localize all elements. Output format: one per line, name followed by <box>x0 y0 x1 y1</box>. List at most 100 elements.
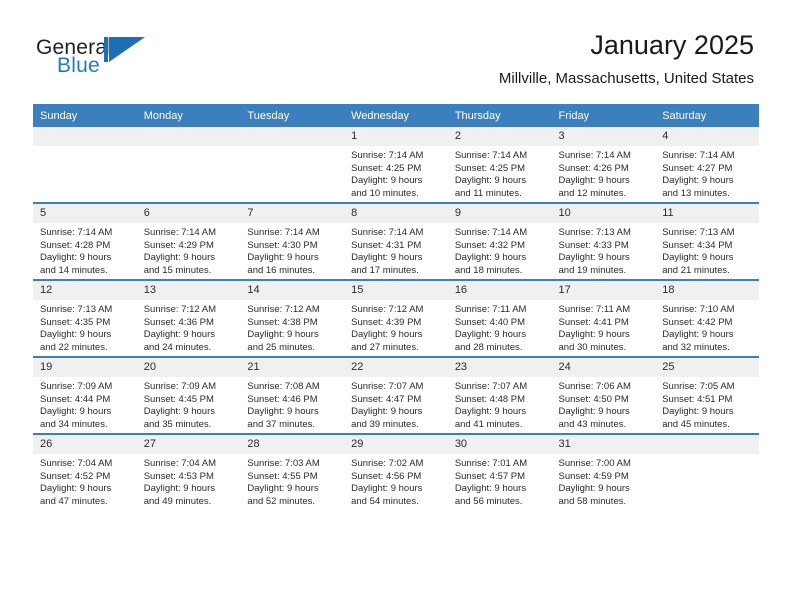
sunset-time: Sunset: 4:42 PM <box>662 316 733 328</box>
daylight-duration-line1: Daylight: 9 hours <box>143 406 215 418</box>
sunset-time: Sunset: 4:48 PM <box>454 393 526 405</box>
calendar-day-cell[interactable]: 2 Sunrise: 7:14 AM Sunset: 4:25 PM Daylight… <box>447 127 552 203</box>
day-sun-info: Sunrise: 7:12 AM Sunset: 4:36 PM Daylight:… <box>137 300 241 354</box>
calendar-day-cell[interactable]: 7 Sunrise: 7:14 AM Sunset: 4:30 PM Daylight… <box>240 202 345 280</box>
daylight-duration-line2: and 30 minutes. <box>558 341 627 353</box>
generalblue-logo[interactable]: General Blue <box>36 36 156 78</box>
calendar-day-cell[interactable]: 8 Sunrise: 7:14 AM Sunset: 4:31 PM Daylight… <box>344 202 448 280</box>
sunrise-time: Sunrise: 7:13 AM <box>558 227 631 238</box>
daylight-duration-line2: and 56 minutes. <box>454 495 523 507</box>
day-number: 10 <box>551 204 656 223</box>
sunset-time: Sunset: 4:50 PM <box>558 393 629 405</box>
sunrise-time: Sunrise: 7:04 AM <box>40 458 113 469</box>
calendar-day-cell[interactable]: 21 Sunrise: 7:08 AM Sunset: 4:46 PM Dayligh… <box>240 356 345 434</box>
sunrise-time: Sunrise: 7:12 AM <box>351 304 424 315</box>
calendar-day-cell[interactable]: 24 Sunrise: 7:06 AM Sunset: 4:50 PM Dayligh… <box>551 356 656 434</box>
calendar-day-cell[interactable]: 23 Sunrise: 7:07 AM Sunset: 4:48 PM Dayligh… <box>447 356 552 434</box>
daylight-duration-line1: Daylight: 9 hours <box>247 406 319 418</box>
day-sun-info: Sunrise: 7:03 AM Sunset: 4:55 PM Daylight:… <box>240 454 344 508</box>
sunrise-time: Sunrise: 7:11 AM <box>558 304 631 315</box>
sunrise-time: Sunrise: 7:10 AM <box>662 304 735 315</box>
daylight-duration-line2: and 16 minutes. <box>247 264 316 276</box>
calendar-day-cell[interactable]: 25 Sunrise: 7:05 AM Sunset: 4:51 PM Dayligh… <box>655 356 759 434</box>
day-sun-info: Sunrise: 7:10 AM Sunset: 4:42 PM Daylight:… <box>655 300 759 354</box>
sunset-time: Sunset: 4:47 PM <box>351 393 422 405</box>
sunrise-time: Sunrise: 7:13 AM <box>40 304 113 315</box>
calendar-day-cell[interactable]: 31 Sunrise: 7:00 AM Sunset: 4:59 PM Dayligh… <box>551 433 656 510</box>
sunrise-time: Sunrise: 7:08 AM <box>247 381 320 392</box>
calendar-day-cell[interactable]: 28 Sunrise: 7:03 AM Sunset: 4:55 PM Dayligh… <box>240 433 345 510</box>
weekday-header-saturday: Saturday <box>655 104 759 127</box>
sunset-time: Sunset: 4:36 PM <box>143 316 214 328</box>
calendar-day-cell[interactable]: 30 Sunrise: 7:01 AM Sunset: 4:57 PM Dayligh… <box>447 433 552 510</box>
sunset-time: Sunset: 4:39 PM <box>351 316 422 328</box>
weekday-header-tuesday: Tuesday <box>240 104 345 127</box>
calendar-day-cell[interactable]: 27 Sunrise: 7:04 AM Sunset: 4:53 PM Dayligh… <box>136 433 241 510</box>
daylight-duration-line2: and 54 minutes. <box>351 495 419 507</box>
day-sun-info: Sunrise: 7:09 AM Sunset: 4:45 PM Daylight:… <box>137 377 241 431</box>
calendar-day-cell[interactable]: 29 Sunrise: 7:02 AM Sunset: 4:56 PM Dayligh… <box>344 433 448 510</box>
calendar-day-cell[interactable]: 11 Sunrise: 7:13 AM Sunset: 4:34 PM Dayligh… <box>655 202 759 280</box>
daylight-duration-line2: and 39 minutes. <box>351 418 419 430</box>
day-number: 18 <box>655 281 759 300</box>
sunrise-time: Sunrise: 7:14 AM <box>40 227 113 238</box>
daylight-duration-line1: Daylight: 9 hours <box>247 252 319 264</box>
calendar-day-cell[interactable]: 5 Sunrise: 7:14 AM Sunset: 4:28 PM Daylight… <box>33 202 137 280</box>
day-number: 22 <box>344 358 448 377</box>
calendar-day-cell[interactable]: 18 Sunrise: 7:10 AM Sunset: 4:42 PM Dayligh… <box>655 279 759 357</box>
day-sun-info: Sunrise: 7:11 AM Sunset: 4:40 PM Daylight:… <box>448 300 552 354</box>
calendar-day-cell[interactable]: 3 Sunrise: 7:14 AM Sunset: 4:26 PM Daylight… <box>551 127 656 203</box>
day-sun-info: Sunrise: 7:14 AM Sunset: 4:26 PM Daylight:… <box>552 146 656 200</box>
sunset-time: Sunset: 4:51 PM <box>662 393 733 405</box>
day-number: 24 <box>551 358 656 377</box>
calendar-day-cell[interactable]: 20 Sunrise: 7:09 AM Sunset: 4:45 PM Dayligh… <box>136 356 241 434</box>
sunrise-time: Sunrise: 7:14 AM <box>351 227 424 238</box>
calendar-day-cell[interactable]: 9 Sunrise: 7:14 AM Sunset: 4:32 PM Daylight… <box>447 202 552 280</box>
calendar-day-cell[interactable]: 1 Sunrise: 7:14 AM Sunset: 4:25 PM Daylight… <box>344 127 448 203</box>
sunset-time: Sunset: 4:44 PM <box>40 393 111 405</box>
sunrise-time: Sunrise: 7:14 AM <box>558 150 631 161</box>
calendar-day-cell[interactable]: 14 Sunrise: 7:12 AM Sunset: 4:38 PM Dayligh… <box>240 279 345 357</box>
daylight-duration-line2: and 34 minutes. <box>40 418 108 430</box>
daylight-duration-line2: and 14 minutes. <box>40 264 108 276</box>
sunset-time: Sunset: 4:55 PM <box>247 470 318 482</box>
day-sun-info: Sunrise: 7:12 AM Sunset: 4:39 PM Daylight:… <box>344 300 448 354</box>
sunrise-time: Sunrise: 7:12 AM <box>143 304 217 315</box>
calendar-day-cell[interactable]: 19 Sunrise: 7:09 AM Sunset: 4:44 PM Dayligh… <box>33 356 137 434</box>
calendar-body: 1 Sunrise: 7:14 AM Sunset: 4:25 PM Daylight… <box>33 127 759 510</box>
daylight-duration-line2: and 47 minutes. <box>40 495 108 507</box>
day-sun-info: Sunrise: 7:04 AM Sunset: 4:53 PM Daylight:… <box>137 454 241 508</box>
sunset-time: Sunset: 4:32 PM <box>454 239 526 251</box>
calendar-day-cell[interactable]: 15 Sunrise: 7:12 AM Sunset: 4:39 PM Dayligh… <box>344 279 448 357</box>
day-number: 19 <box>33 358 137 377</box>
day-sun-info: Sunrise: 7:07 AM Sunset: 4:47 PM Daylight:… <box>344 377 448 431</box>
day-number: 12 <box>33 281 137 300</box>
calendar-day-cell[interactable]: 26 Sunrise: 7:04 AM Sunset: 4:52 PM Dayligh… <box>33 433 137 510</box>
calendar-day-cell[interactable]: 13 Sunrise: 7:12 AM Sunset: 4:36 PM Dayligh… <box>136 279 241 357</box>
day-number: 27 <box>136 435 241 454</box>
calendar-page: General Blue January 2025 Millville, Mas… <box>0 0 792 612</box>
daylight-duration-line2: and 35 minutes. <box>143 418 212 430</box>
daylight-duration-line1: Daylight: 9 hours <box>143 252 215 264</box>
daylight-duration-line2: and 13 minutes. <box>662 187 730 199</box>
calendar-day-cell[interactable]: 17 Sunrise: 7:11 AM Sunset: 4:41 PM Dayligh… <box>551 279 656 357</box>
daylight-duration-line1: Daylight: 9 hours <box>351 252 423 264</box>
daylight-duration-line1: Daylight: 9 hours <box>662 175 734 187</box>
daylight-duration-line1: Daylight: 9 hours <box>454 406 527 418</box>
calendar-header-row: Sunday Monday Tuesday Wednesday Thursday Frid… <box>33 104 759 127</box>
calendar-day-cell[interactable]: 4 Sunrise: 7:14 AM Sunset: 4:27 PM Daylight… <box>655 127 759 203</box>
calendar-day-cell[interactable]: 12 Sunrise: 7:13 AM Sunset: 4:35 PM Dayligh… <box>33 279 137 357</box>
daylight-duration-line2: and 24 minutes. <box>143 341 212 353</box>
day-sun-info: Sunrise: 7:14 AM Sunset: 4:29 PM Daylight:… <box>137 223 241 277</box>
sunset-time: Sunset: 4:35 PM <box>40 316 111 328</box>
calendar-day-cell[interactable]: 16 Sunrise: 7:11 AM Sunset: 4:40 PM Dayligh… <box>447 279 552 357</box>
calendar-day-cell[interactable]: 10 Sunrise: 7:13 AM Sunset: 4:33 PM Dayligh… <box>551 202 656 280</box>
daylight-duration-line1: Daylight: 9 hours <box>351 329 423 341</box>
calendar-day-cell[interactable]: 6 Sunrise: 7:14 AM Sunset: 4:29 PM Daylight… <box>136 202 241 280</box>
sunrise-time: Sunrise: 7:12 AM <box>247 304 320 315</box>
sunset-time: Sunset: 4:28 PM <box>40 239 111 251</box>
day-number <box>655 435 759 454</box>
calendar-day-cell[interactable]: 22 Sunrise: 7:07 AM Sunset: 4:47 PM Dayligh… <box>344 356 448 434</box>
sunrise-time: Sunrise: 7:07 AM <box>351 381 424 392</box>
calendar-week-row: 19 Sunrise: 7:09 AM Sunset: 4:44 PM Dayligh… <box>33 356 759 434</box>
